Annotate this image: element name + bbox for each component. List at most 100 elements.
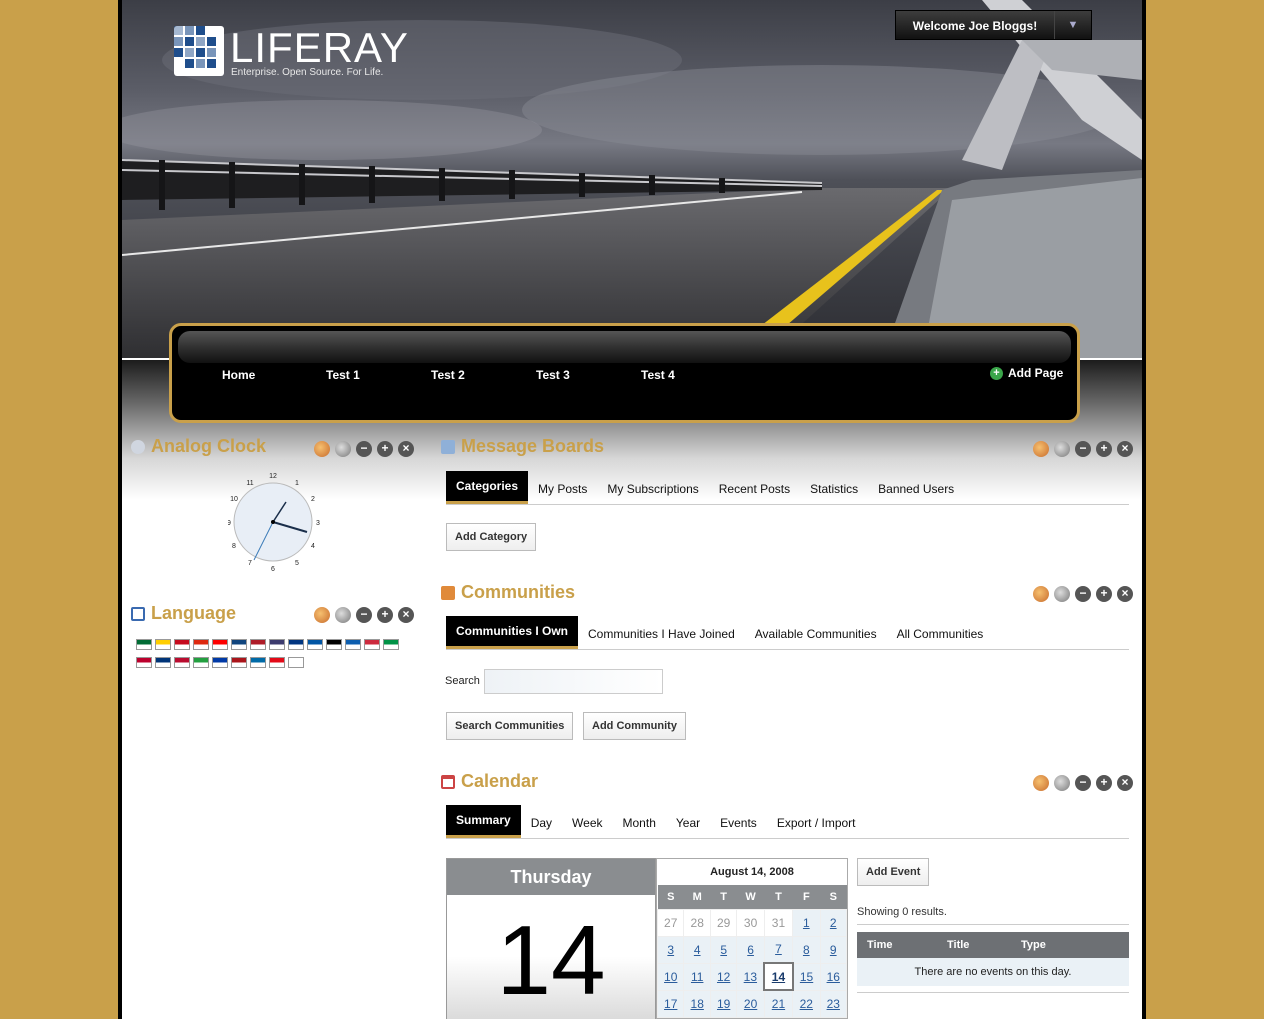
calendar-day[interactable]: 10 xyxy=(656,962,685,991)
calendar-day[interactable]: 21 xyxy=(763,989,794,1018)
calendar-day[interactable]: 12 xyxy=(709,962,738,991)
flag-icon[interactable] xyxy=(250,639,266,650)
flag-icon[interactable] xyxy=(364,639,380,650)
flag-icon[interactable] xyxy=(231,639,247,650)
calendar-day[interactable]: 19 xyxy=(709,989,738,1018)
flag-icon[interactable] xyxy=(250,657,266,668)
configuration-icon[interactable] xyxy=(335,441,351,457)
minimize-icon[interactable]: − xyxy=(1075,441,1091,457)
configuration-icon[interactable] xyxy=(1054,775,1070,791)
flag-icon[interactable] xyxy=(193,657,209,668)
add-page-button[interactable]: + Add Page xyxy=(990,366,1063,380)
tab-week[interactable]: Week xyxy=(562,808,612,838)
flag-icon[interactable] xyxy=(383,639,399,650)
calendar-day[interactable]: 4 xyxy=(683,935,711,964)
calendar-day[interactable]: 7 xyxy=(763,935,794,964)
minimize-icon[interactable]: − xyxy=(1075,586,1091,602)
tab-my-posts[interactable]: My Posts xyxy=(528,474,597,504)
flag-icon[interactable] xyxy=(231,657,247,668)
look-and-feel-icon[interactable] xyxy=(1033,775,1049,791)
maximize-icon[interactable]: + xyxy=(1096,441,1112,457)
calendar-day[interactable]: 2 xyxy=(819,908,847,937)
calendar-day[interactable]: 3 xyxy=(656,935,685,964)
tab-communities-i-own[interactable]: Communities I Own xyxy=(446,616,579,649)
close-icon[interactable]: × xyxy=(1117,586,1133,602)
maximize-icon[interactable]: + xyxy=(1096,586,1112,602)
add-category-button[interactable]: Add Category xyxy=(446,523,537,551)
tab-export-import[interactable]: Export / Import xyxy=(767,808,866,838)
look-and-feel-icon[interactable] xyxy=(314,607,330,623)
flag-icon[interactable] xyxy=(212,657,228,668)
tab-summary[interactable]: Summary xyxy=(446,805,521,838)
flag-icon[interactable] xyxy=(288,639,304,650)
tab-available-communities[interactable]: Available Communities xyxy=(745,619,887,649)
nav-item-test-1[interactable]: Test 1 xyxy=(326,368,360,382)
flag-icon[interactable] xyxy=(288,657,304,668)
maximize-icon[interactable]: + xyxy=(377,607,393,623)
nav-item-test-2[interactable]: Test 2 xyxy=(431,368,465,382)
maximize-icon[interactable]: + xyxy=(1096,775,1112,791)
flag-icon[interactable] xyxy=(155,657,171,668)
flag-icon[interactable] xyxy=(269,657,285,668)
flag-icon[interactable] xyxy=(155,639,171,650)
search-input[interactable] xyxy=(484,669,663,694)
flag-icon[interactable] xyxy=(193,639,209,650)
add-event-button[interactable]: Add Event xyxy=(857,858,930,886)
calendar-day[interactable]: 9 xyxy=(819,935,847,964)
calendar-day[interactable]: 20 xyxy=(736,989,765,1018)
tab-my-subscriptions[interactable]: My Subscriptions xyxy=(597,474,708,504)
nav-item-test-3[interactable]: Test 3 xyxy=(536,368,570,382)
flag-icon[interactable] xyxy=(136,657,152,668)
tab-month[interactable]: Month xyxy=(613,808,666,838)
configuration-icon[interactable] xyxy=(1054,441,1070,457)
calendar-day[interactable]: 23 xyxy=(819,989,847,1018)
tab-day[interactable]: Day xyxy=(521,808,562,838)
flag-icon[interactable] xyxy=(307,639,323,650)
minimize-icon[interactable]: − xyxy=(356,607,372,623)
look-and-feel-icon[interactable] xyxy=(1033,586,1049,602)
tab-events[interactable]: Events xyxy=(710,808,767,838)
tab-all-communities[interactable]: All Communities xyxy=(887,619,994,649)
close-icon[interactable]: × xyxy=(398,607,414,623)
flag-icon[interactable] xyxy=(212,639,228,650)
calendar-day[interactable]: 22 xyxy=(792,989,821,1018)
look-and-feel-icon[interactable] xyxy=(314,441,330,457)
calendar-day[interactable]: 14 xyxy=(763,962,794,991)
calendar-day[interactable]: 18 xyxy=(683,989,711,1018)
flag-icon[interactable] xyxy=(326,639,342,650)
close-icon[interactable]: × xyxy=(1117,441,1133,457)
add-community-button[interactable]: Add Community xyxy=(583,712,686,740)
calendar-day[interactable]: 1 xyxy=(792,908,821,937)
tab-recent-posts[interactable]: Recent Posts xyxy=(709,474,800,504)
calendar-day[interactable]: 15 xyxy=(792,962,821,991)
maximize-icon[interactable]: + xyxy=(377,441,393,457)
flag-icon[interactable] xyxy=(136,639,152,650)
configuration-icon[interactable] xyxy=(335,607,351,623)
flag-icon[interactable] xyxy=(174,639,190,650)
tab-categories[interactable]: Categories xyxy=(446,471,529,504)
calendar-day[interactable]: 8 xyxy=(792,935,821,964)
tab-statistics[interactable]: Statistics xyxy=(800,474,868,504)
calendar-day[interactable]: 13 xyxy=(736,962,765,991)
calendar-day[interactable]: 5 xyxy=(709,935,738,964)
welcome-user[interactable]: Welcome Joe Bloggs! xyxy=(896,11,1055,39)
flag-icon[interactable] xyxy=(345,639,361,650)
close-icon[interactable]: × xyxy=(398,441,414,457)
calendar-day[interactable]: 16 xyxy=(819,962,847,991)
nav-item-home[interactable]: Home xyxy=(222,368,255,382)
nav-item-test-4[interactable]: Test 4 xyxy=(641,368,675,382)
calendar-day[interactable]: 11 xyxy=(683,962,711,991)
tab-communities-i-have-joined[interactable]: Communities I Have Joined xyxy=(578,619,745,649)
calendar-day[interactable]: 17 xyxy=(656,989,685,1018)
flag-icon[interactable] xyxy=(174,657,190,668)
calendar-day[interactable]: 6 xyxy=(736,935,765,964)
flag-icon[interactable] xyxy=(269,639,285,650)
tab-banned-users[interactable]: Banned Users xyxy=(868,474,964,504)
tab-year[interactable]: Year xyxy=(666,808,710,838)
minimize-icon[interactable]: − xyxy=(356,441,372,457)
look-and-feel-icon[interactable] xyxy=(1033,441,1049,457)
search-communities-button[interactable]: Search Communities xyxy=(446,712,574,740)
close-icon[interactable]: × xyxy=(1117,775,1133,791)
configuration-icon[interactable] xyxy=(1054,586,1070,602)
dockbar-menu-icon[interactable]: ▼ xyxy=(1055,11,1091,39)
